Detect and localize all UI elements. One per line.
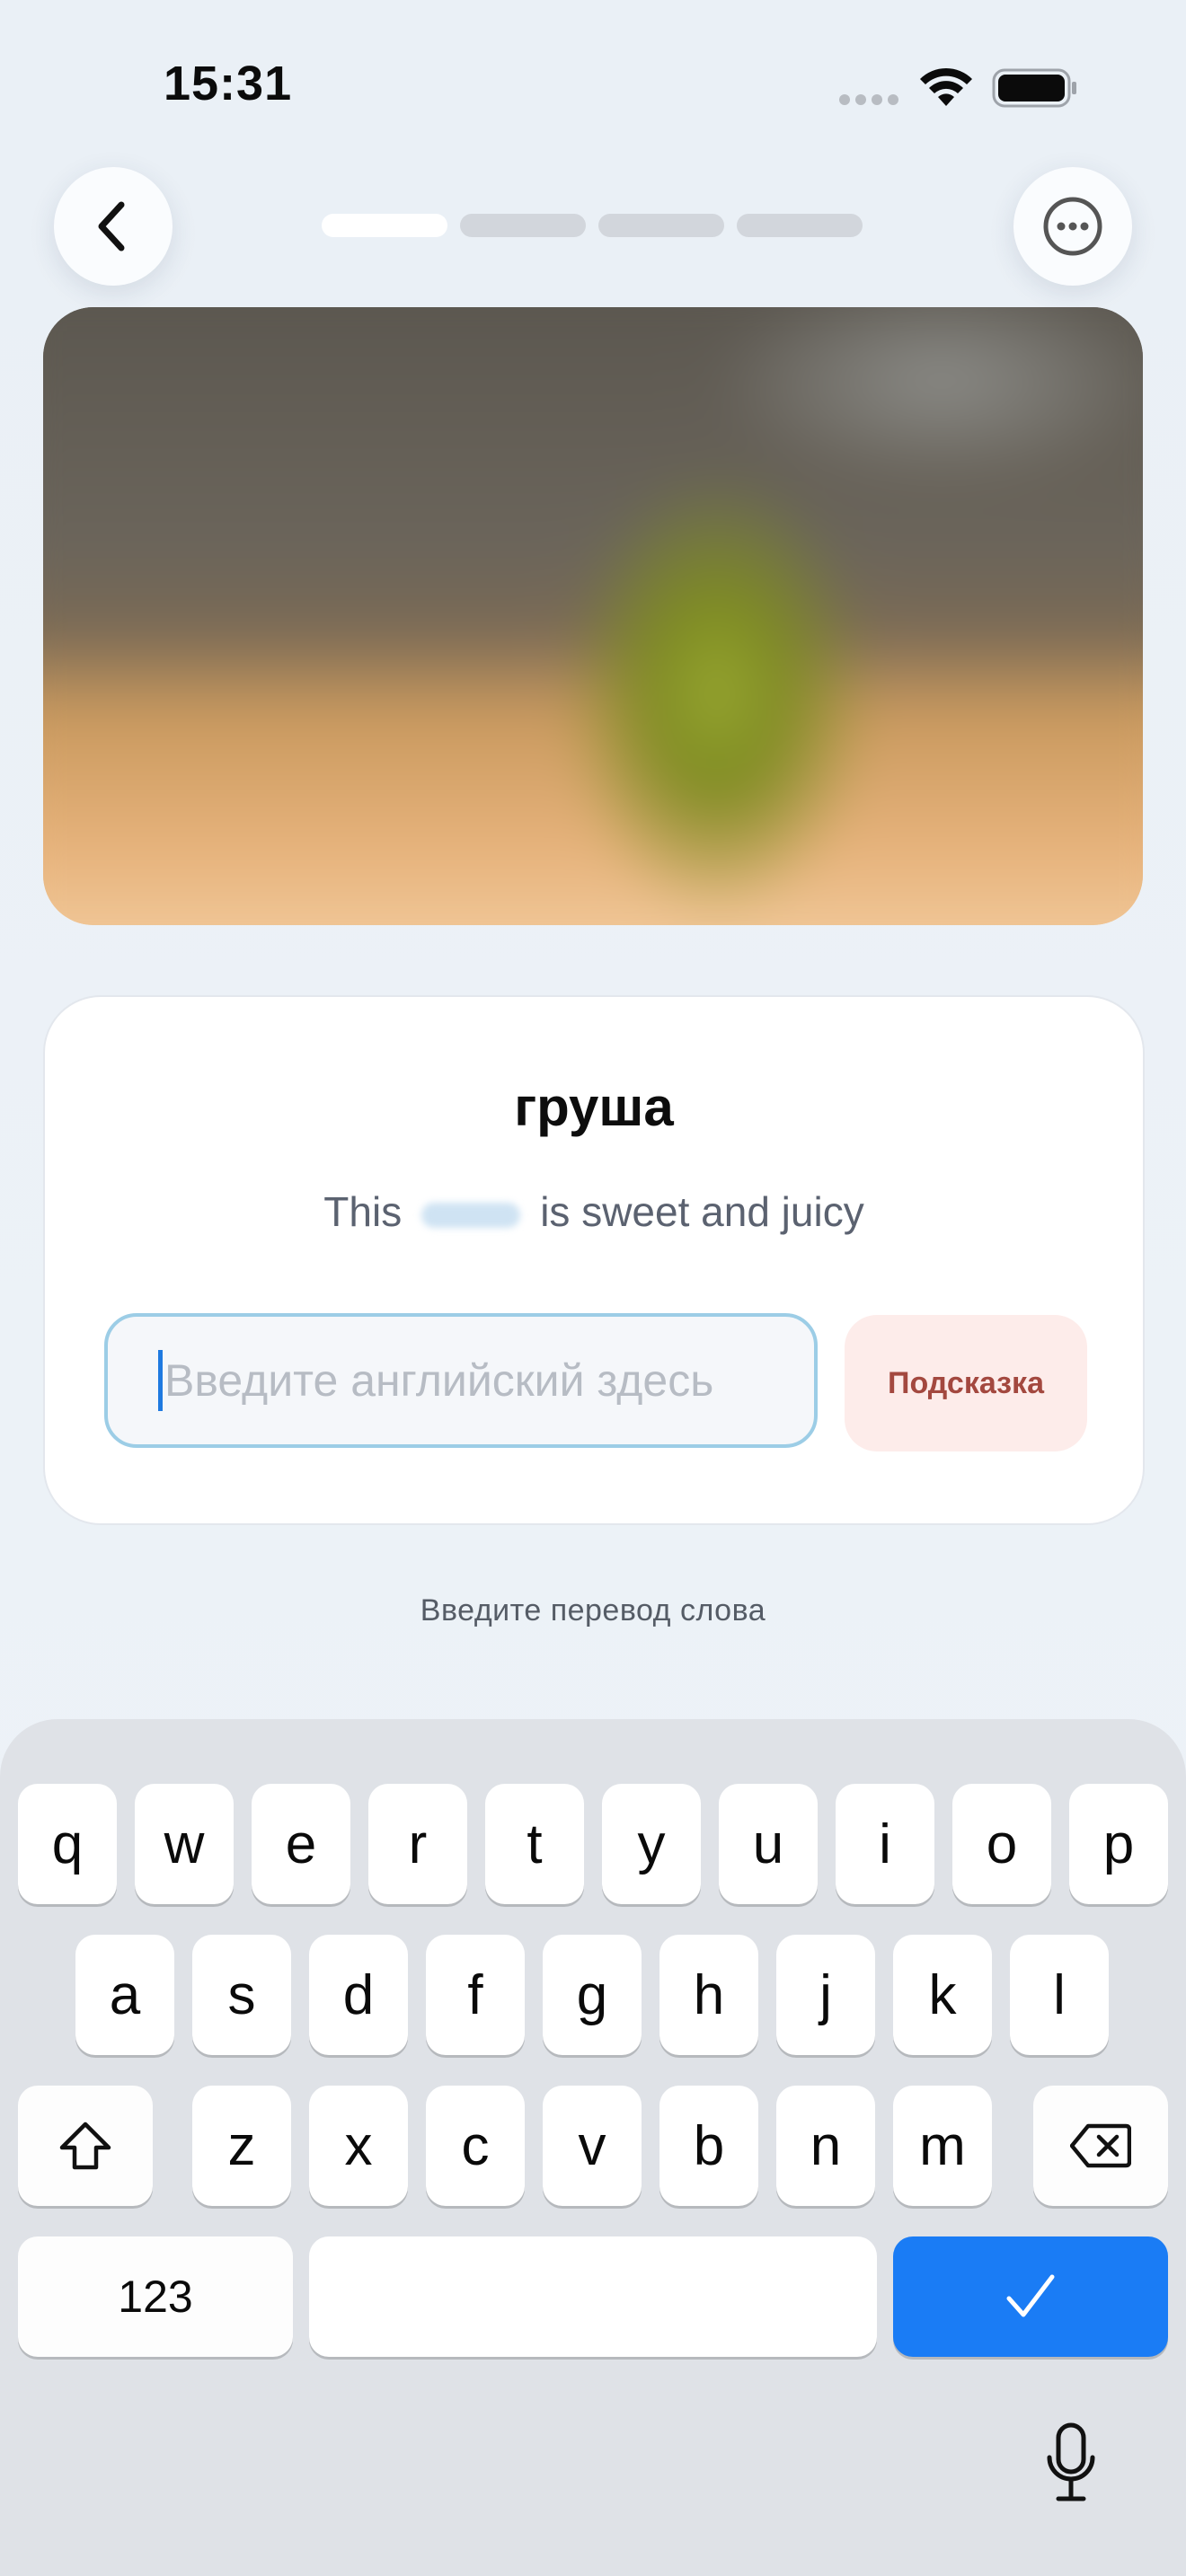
signal-dots-icon	[839, 93, 904, 110]
key-p[interactable]: p	[1069, 1784, 1168, 1904]
shift-key[interactable]	[18, 2086, 153, 2206]
key-g[interactable]: g	[543, 1935, 642, 2055]
ellipsis-circle-icon	[1043, 197, 1102, 256]
status-time: 15:31	[164, 57, 293, 110]
checkmark-icon	[1006, 2274, 1055, 2317]
progress-segment	[598, 214, 724, 237]
key-h[interactable]: h	[659, 1935, 758, 2055]
key-y[interactable]: y	[602, 1784, 701, 1904]
battery-icon	[992, 68, 1076, 108]
key-n[interactable]: n	[776, 2086, 875, 2206]
progress-segment-current	[322, 214, 447, 237]
sentence-start: This	[323, 1188, 403, 1235]
key-e[interactable]: e	[252, 1784, 350, 1904]
key-l[interactable]: l	[1010, 1935, 1109, 2055]
key-w[interactable]: w	[135, 1784, 234, 1904]
key-a[interactable]: a	[75, 1935, 174, 2055]
instruction-text: Введите перевод слова	[420, 1593, 766, 1628]
key-o[interactable]: o	[952, 1784, 1051, 1904]
progress-segment	[460, 214, 586, 237]
target-word: груша	[514, 1077, 674, 1137]
key-u[interactable]: u	[719, 1784, 818, 1904]
sentence-end: is sweet and juicy	[540, 1188, 864, 1235]
key-j[interactable]: j	[776, 1935, 875, 2055]
example-sentence: This is sweet and juicy	[45, 1187, 1143, 1236]
hint-button[interactable]: Подсказка	[845, 1315, 1087, 1451]
answer-placeholder: Введите английский здесь	[164, 1355, 714, 1406]
shift-icon	[59, 2122, 111, 2170]
hidden-word-blank	[421, 1202, 521, 1228]
wifi-icon	[920, 67, 972, 106]
key-s[interactable]: s	[192, 1935, 291, 2055]
key-f[interactable]: f	[426, 1935, 525, 2055]
key-q[interactable]: q	[18, 1784, 117, 1904]
key-t[interactable]: t	[485, 1784, 584, 1904]
key-i[interactable]: i	[836, 1784, 934, 1904]
chevron-left-icon	[98, 201, 125, 251]
key-z[interactable]: z	[192, 2086, 291, 2206]
key-b[interactable]: b	[659, 2086, 758, 2206]
space-key[interactable]	[309, 2236, 877, 2357]
keyboard: q w e r t y u i o p a s d f g h j k l z …	[0, 1719, 1186, 2576]
delete-key[interactable]	[1033, 2086, 1168, 2206]
key-k[interactable]: k	[893, 1935, 992, 2055]
more-options-button[interactable]	[1013, 167, 1132, 286]
word-image	[43, 307, 1143, 925]
numbers-key[interactable]: 123	[18, 2236, 293, 2357]
lesson-progress	[322, 214, 863, 237]
key-v[interactable]: v	[543, 2086, 642, 2206]
key-d[interactable]: d	[309, 1935, 408, 2055]
exercise-card: груша This is sweet and juicy Введите анг…	[43, 995, 1145, 1525]
microphone-icon[interactable]	[1044, 2422, 1098, 2504]
text-cursor	[158, 1350, 163, 1411]
key-x[interactable]: x	[309, 2086, 408, 2206]
key-m[interactable]: m	[893, 2086, 992, 2206]
return-key[interactable]	[893, 2236, 1168, 2357]
key-c[interactable]: c	[426, 2086, 525, 2206]
answer-input[interactable]: Введите английский здесь	[104, 1313, 818, 1448]
back-button[interactable]	[54, 167, 173, 286]
progress-segment	[737, 214, 863, 237]
delete-icon	[1070, 2123, 1131, 2168]
key-r[interactable]: r	[368, 1784, 467, 1904]
